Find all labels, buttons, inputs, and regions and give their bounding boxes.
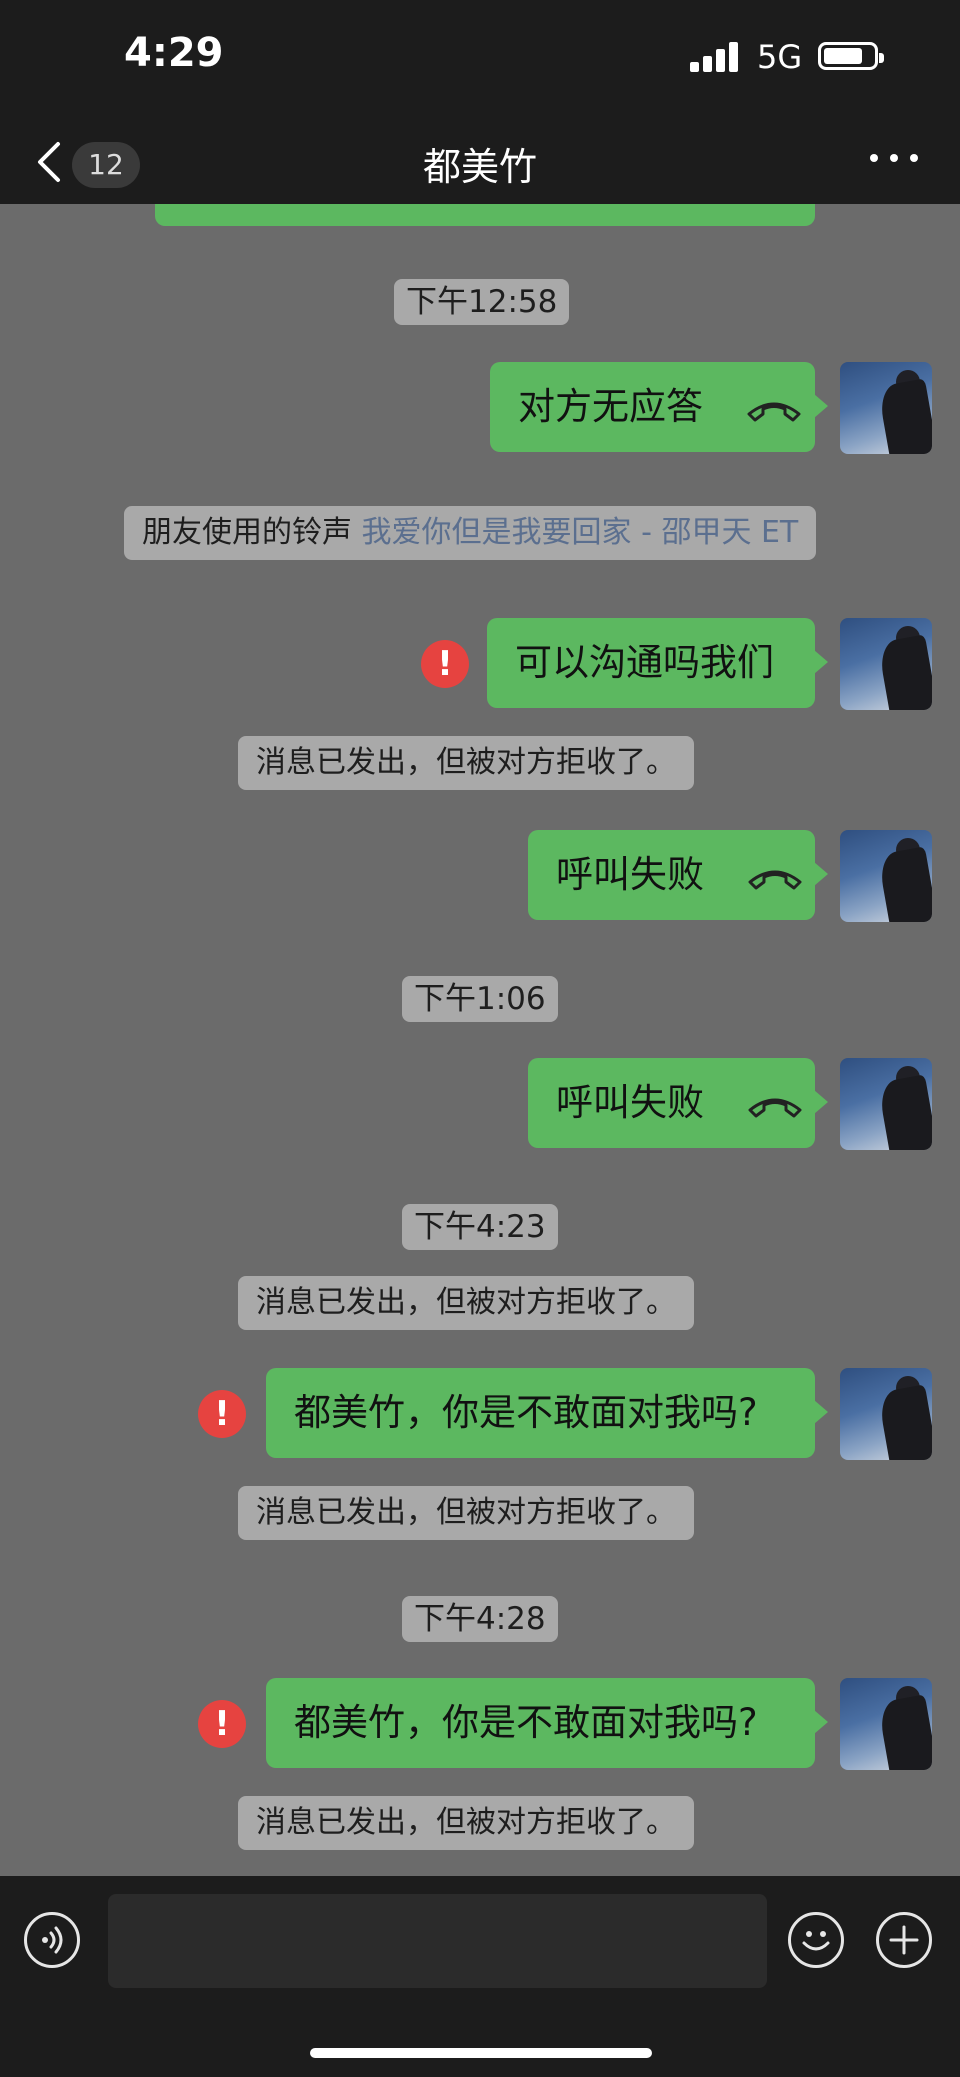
avatar[interactable]	[840, 830, 932, 922]
avatar[interactable]	[840, 362, 932, 454]
timestamp: 下午4:23	[402, 1204, 558, 1250]
avatar[interactable]	[840, 1368, 932, 1460]
timestamp: 下午4:28	[402, 1596, 558, 1642]
avatar[interactable]	[840, 1678, 932, 1770]
call-bubble[interactable]: 呼叫失败	[528, 830, 828, 920]
chat-header: 12 都美竹	[0, 118, 960, 204]
avatar[interactable]	[840, 618, 932, 710]
call-bubble[interactable]: 对方无应答	[490, 362, 828, 452]
phone-hangup-icon	[748, 870, 802, 889]
message-bubble[interactable]: 都美竹，你是不敢面对我吗?	[266, 1678, 828, 1768]
home-indicator[interactable]	[310, 2048, 652, 2058]
message-bubble-partial[interactable]	[155, 204, 815, 226]
rejected-notice: 消息已发出，但被对方拒收了。	[238, 1276, 694, 1330]
status-time: 4:29	[124, 30, 224, 76]
more-icon[interactable]	[870, 148, 924, 168]
message-text: 都美竹，你是不敢面对我吗?	[294, 1701, 758, 1744]
timestamp: 下午12:58	[394, 279, 570, 325]
network-type: 5G	[757, 38, 803, 76]
voice-icon[interactable]	[24, 1912, 80, 1968]
chat-title: 都美竹	[422, 145, 537, 189]
timestamp: 下午1:06	[402, 976, 558, 1022]
message-text: 对方无应答	[518, 385, 703, 428]
rejected-notice: 消息已发出，但被对方拒收了。	[238, 1796, 694, 1850]
rejected-notice: 消息已发出，但被对方拒收了。	[238, 736, 694, 790]
avatar[interactable]	[840, 1058, 932, 1150]
failed-icon[interactable]: !	[198, 1700, 246, 1748]
input-bar	[0, 1876, 960, 2077]
message-text: 都美竹，你是不敢面对我吗?	[294, 1391, 758, 1434]
emoji-icon[interactable]	[788, 1912, 844, 1968]
message-bubble[interactable]: 都美竹，你是不敢面对我吗?	[266, 1368, 828, 1458]
plus-icon[interactable]	[876, 1912, 932, 1968]
rejected-notice: 消息已发出，但被对方拒收了。	[238, 1486, 694, 1540]
battery-icon	[818, 42, 884, 70]
ringtone-label: 朋友使用的铃声	[142, 515, 352, 550]
phone-hangup-icon	[748, 1098, 802, 1117]
message-input[interactable]	[108, 1894, 767, 1988]
failed-icon[interactable]: !	[421, 640, 469, 688]
failed-icon[interactable]: !	[198, 1390, 246, 1438]
message-text: 可以沟通吗我们	[515, 641, 774, 684]
ringtone-song-link[interactable]: 我爱你但是我要回家 - 邵甲天 ET	[362, 515, 799, 550]
status-bar: 4:29 5G	[0, 0, 960, 118]
message-list[interactable]: 下午12:58 对方无应答 朋友使用的铃声 我爱你但是我要回家 - 邵甲天 ET…	[0, 204, 960, 1876]
signal-icon	[690, 40, 742, 72]
message-text: 呼叫失败	[556, 853, 704, 896]
phone-hangup-icon	[747, 402, 801, 421]
ringtone-note: 朋友使用的铃声 我爱你但是我要回家 - 邵甲天 ET	[124, 506, 817, 560]
call-bubble[interactable]: 呼叫失败	[528, 1058, 828, 1148]
message-bubble[interactable]: 可以沟通吗我们	[487, 618, 828, 708]
message-text: 呼叫失败	[556, 1081, 704, 1124]
